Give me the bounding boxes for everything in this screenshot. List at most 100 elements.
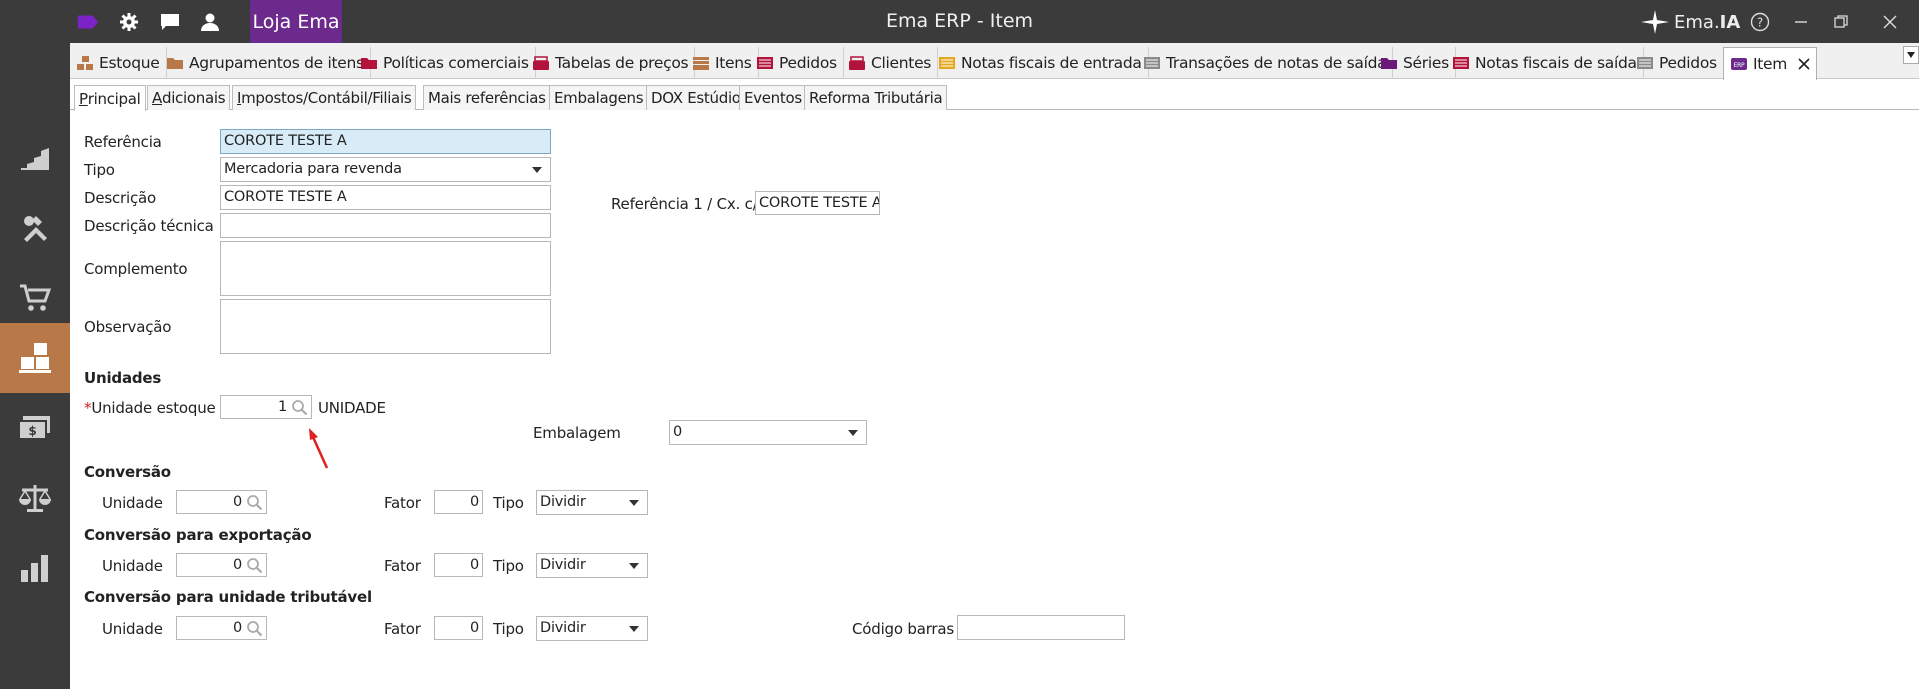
- list-icon: [939, 57, 955, 69]
- descricao-field[interactable]: COROTE TESTE A: [220, 185, 551, 210]
- unidade-estoque-field[interactable]: 1: [220, 395, 312, 419]
- search-icon[interactable]: [246, 557, 263, 574]
- referencia-cx-field[interactable]: COROTE TESTE A: [755, 191, 880, 215]
- tab-series[interactable]: Séries: [1374, 47, 1456, 79]
- conversao-fator-field[interactable]: 0: [434, 490, 483, 514]
- tab-pedidos[interactable]: Pedidos: [750, 47, 844, 79]
- search-icon[interactable]: [246, 494, 263, 511]
- main-tab-bar: Estoque Agrupamentos de itens Políticas …: [70, 43, 1919, 80]
- subtab-reforma-tributaria[interactable]: Reforma Tributária: [804, 85, 948, 110]
- conversao-unidade-field[interactable]: 0: [176, 490, 267, 514]
- tributavel-unidade-value: 0: [232, 620, 242, 636]
- tag-icon[interactable]: [76, 10, 100, 34]
- conversao-tipo-label: Tipo: [493, 494, 524, 512]
- tributavel-tipo-select[interactable]: Dividir: [536, 616, 648, 641]
- sidebar: $: [0, 43, 70, 689]
- restore-icon[interactable]: [1826, 8, 1856, 36]
- complemento-label: Complemento: [84, 260, 188, 278]
- unidade-nome: UNIDADE: [318, 399, 386, 417]
- gear-icon[interactable]: [117, 10, 141, 34]
- subtab-eventos[interactable]: Eventos: [739, 85, 807, 110]
- conversao-section-title: Conversão: [84, 463, 171, 481]
- title-bar: Loja Ema Ema ERP - Item Ema.IA ?: [0, 0, 1919, 43]
- chat-icon[interactable]: [158, 10, 182, 34]
- conversao-fator-label: Fator: [384, 494, 421, 512]
- tab-notas-entrada[interactable]: Notas fiscais de entrada: [932, 47, 1149, 79]
- list-icon: [1144, 57, 1160, 69]
- stock-icon: [77, 56, 93, 70]
- close-tab-icon[interactable]: [1798, 58, 1810, 70]
- user-icon[interactable]: [198, 10, 222, 34]
- brand-prefix: Ema.: [1674, 11, 1720, 33]
- subtab-adicionais[interactable]: Adicionais: [147, 85, 231, 110]
- register-icon: [849, 56, 865, 70]
- chevron-down-icon: [629, 500, 639, 506]
- tab-notas-saida[interactable]: Notas fiscais de saída: [1446, 47, 1644, 79]
- descricao-tecnica-label: Descrição técnica: [84, 217, 214, 235]
- subtab-label: Embalagens: [554, 89, 644, 107]
- subtab-mais-referencias[interactable]: Mais referências: [423, 85, 551, 110]
- subtab-embalagens[interactable]: Embalagens: [549, 85, 649, 110]
- chevron-down-icon: [532, 167, 542, 173]
- tabs-overflow-button[interactable]: [1903, 46, 1919, 64]
- exportacao-fator-field[interactable]: 0: [434, 553, 483, 577]
- exportacao-unidade-label: Unidade: [102, 557, 163, 575]
- complemento-field[interactable]: [220, 241, 551, 296]
- ema-ia-button[interactable]: Ema.IA: [1640, 8, 1740, 36]
- tab-label: Tabelas de preços: [555, 54, 689, 72]
- svg-text:ERP: ERP: [1734, 62, 1745, 69]
- tab-label: Itens: [715, 54, 752, 72]
- svg-text:$: $: [28, 424, 36, 438]
- subtab-principal[interactable]: Principal: [74, 85, 146, 111]
- folder-icon: [1381, 58, 1397, 69]
- tab-clientes[interactable]: Clientes: [842, 47, 939, 79]
- conversao-tipo-select[interactable]: Dividir: [536, 490, 648, 515]
- tab-label: Item: [1753, 55, 1788, 73]
- tab-transacoes-saida[interactable]: Transações de notas de saída: [1137, 47, 1394, 79]
- descricao-tecnica-field[interactable]: [220, 213, 551, 238]
- minimize-icon[interactable]: [1786, 8, 1816, 36]
- sidebar-item-reports[interactable]: [0, 533, 70, 603]
- tipo-value: Mercadoria para revenda: [224, 161, 402, 177]
- unidade-estoque-label-text: Unidade estoque: [91, 399, 216, 417]
- list-icon: [1637, 57, 1653, 69]
- tab-agrupamentos[interactable]: Agrupamentos de itens: [160, 47, 371, 79]
- referencia-field[interactable]: COROTE TESTE A: [220, 129, 551, 154]
- search-icon[interactable]: [246, 620, 263, 637]
- sidebar-item-finance[interactable]: $: [0, 393, 70, 463]
- tributavel-fator-field[interactable]: 0: [434, 616, 483, 640]
- tributavel-unidade-field[interactable]: 0: [176, 616, 267, 640]
- sidebar-item-stock[interactable]: [0, 323, 70, 393]
- tipo-select[interactable]: Mercadoria para revenda: [220, 157, 551, 182]
- sidebar-item-fiscal[interactable]: [0, 463, 70, 533]
- tab-item[interactable]: ERP Item: [1723, 47, 1818, 80]
- tributavel-unidade-label: Unidade: [102, 620, 163, 638]
- exportacao-tipo-label: Tipo: [493, 557, 524, 575]
- tab-itens[interactable]: Itens: [686, 47, 759, 79]
- exportacao-tipo-value: Dividir: [540, 557, 586, 573]
- exportacao-tipo-select[interactable]: Dividir: [536, 553, 648, 578]
- codigo-barras-field[interactable]: [957, 615, 1125, 640]
- sidebar-item-dashboard[interactable]: [0, 123, 70, 193]
- subtab-impostos[interactable]: Impostos/Contábil/Filiais: [232, 85, 417, 110]
- close-window-icon[interactable]: [1875, 8, 1905, 36]
- folder-icon: [167, 58, 183, 69]
- observacao-field[interactable]: [220, 299, 551, 354]
- embalagem-select[interactable]: 0: [669, 420, 867, 445]
- tab-politicas[interactable]: Políticas comerciais: [354, 47, 536, 79]
- sidebar-item-tools[interactable]: [0, 193, 70, 263]
- search-icon[interactable]: [291, 399, 308, 416]
- money-icon: $: [18, 416, 50, 440]
- store-selector[interactable]: Loja Ema: [250, 0, 342, 43]
- subtab-label: DOX Estúdio: [651, 89, 741, 107]
- chevron-down-icon: [848, 430, 858, 436]
- tab-estoque[interactable]: Estoque: [70, 47, 167, 79]
- unidade-estoque-value: 1: [277, 399, 287, 415]
- exportacao-unidade-field[interactable]: 0: [176, 553, 267, 577]
- tab-tabelas-precos[interactable]: Tabelas de preços: [526, 47, 696, 79]
- help-icon[interactable]: ?: [1745, 8, 1775, 36]
- referencia-label: Referência: [84, 133, 162, 151]
- tab-pedidos-2[interactable]: Pedidos: [1630, 47, 1724, 79]
- subtab-dox-estudio[interactable]: DOX Estúdio: [646, 85, 746, 110]
- tab-label: Estoque: [99, 54, 160, 72]
